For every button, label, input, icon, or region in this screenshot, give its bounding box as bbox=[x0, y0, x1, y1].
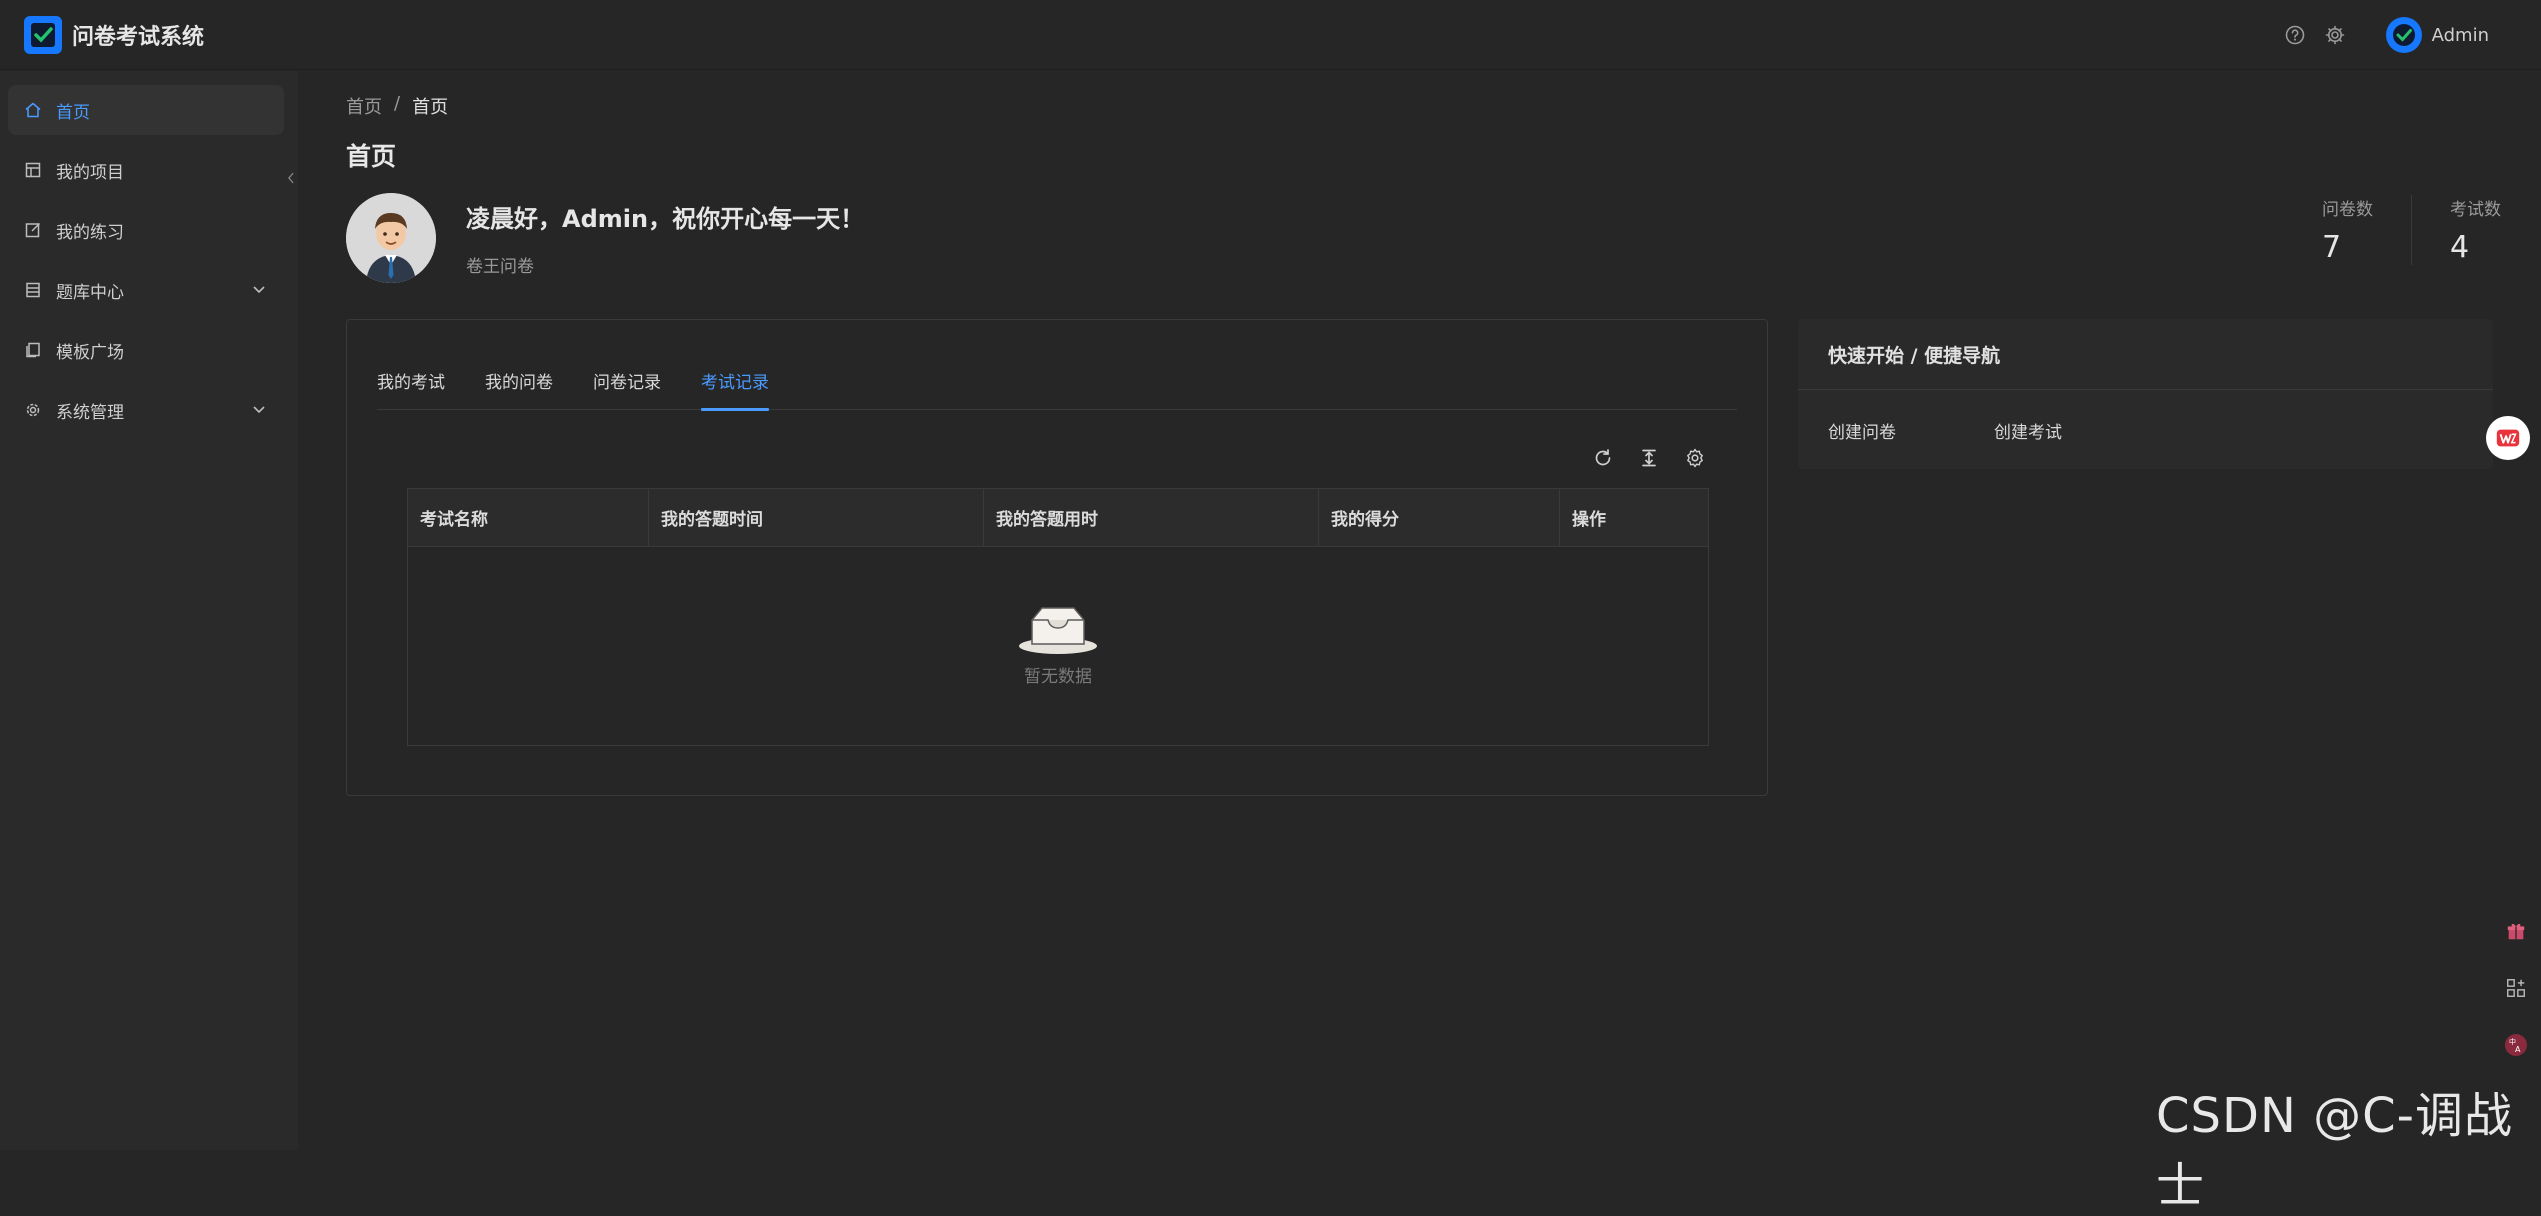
column-header[interactable]: 我的答题时间 bbox=[649, 489, 984, 546]
gear-icon[interactable] bbox=[1683, 446, 1707, 470]
gear-icon[interactable] bbox=[2324, 24, 2346, 46]
chevron-down-icon[interactable] bbox=[250, 400, 268, 418]
watermark-text: CSDN @C-调战士 bbox=[2156, 1088, 2513, 1214]
help-icon[interactable] bbox=[2284, 24, 2306, 46]
tab-bar: 我的考试 我的问卷 问卷记录 考试记录 bbox=[377, 360, 1737, 411]
column-height-icon[interactable] bbox=[1637, 446, 1661, 470]
empty-box-icon bbox=[1019, 606, 1097, 654]
breadcrumb: 首页 / 首页 bbox=[346, 93, 448, 119]
quick-nav-title: 快速开始 / 便捷导航 bbox=[1798, 319, 2493, 390]
sidebar-item-label: 首页 bbox=[56, 102, 90, 123]
tab-my-exams[interactable]: 我的考试 bbox=[377, 360, 445, 409]
column-header: 操作 bbox=[1572, 510, 1606, 530]
user-menu[interactable]: Admin bbox=[2385, 17, 2489, 53]
stat-label: 问卷数 bbox=[2322, 200, 2373, 220]
column-header[interactable]: 我的答题用时 bbox=[984, 489, 1319, 546]
sidebar-item-practice[interactable]: 我的练习 bbox=[8, 205, 284, 255]
svg-text:A: A bbox=[2515, 1045, 2521, 1054]
greeting-subtitle: 卷王问卷 bbox=[466, 257, 534, 277]
sidebar-item-projects[interactable]: 我的项目 bbox=[8, 145, 284, 195]
wps-float-icon[interactable] bbox=[2486, 416, 2530, 460]
greeting-text: 凌晨好，Admin，祝你开心每一天！ bbox=[466, 205, 865, 233]
app-title: 问卷考试系统 bbox=[72, 24, 205, 50]
gift-icon[interactable] bbox=[2504, 919, 2528, 943]
avatar bbox=[2385, 17, 2422, 53]
sidebar-item-label: 我的项目 bbox=[56, 162, 124, 183]
table-toolbar bbox=[1569, 446, 1707, 470]
empty-state: 暂无数据 bbox=[408, 543, 1708, 743]
breadcrumb-separator: / bbox=[394, 93, 401, 114]
sidebar-item-question-bank[interactable]: 题库中心 bbox=[8, 265, 284, 315]
username: Admin bbox=[2431, 24, 2489, 46]
sidebar-item-home[interactable]: 首页 bbox=[8, 85, 284, 135]
chevron-down-icon[interactable] bbox=[250, 280, 268, 298]
home-icon bbox=[24, 101, 42, 119]
quick-nav-links: 创建问卷 创建考试 bbox=[1798, 390, 2493, 443]
stat-value: 4 bbox=[2450, 230, 2470, 265]
copy-icon bbox=[24, 341, 42, 359]
app-logo[interactable]: 问卷考试系统 bbox=[24, 15, 205, 54]
book-icon bbox=[24, 281, 42, 299]
avatar bbox=[346, 193, 436, 283]
empty-text: 暂无数据 bbox=[1024, 666, 1092, 687]
quick-nav-card: 快速开始 / 便捷导航 创建问卷 创建考试 bbox=[1798, 319, 2493, 469]
main-content: 首页 / 首页 首页 凌晨好，Admin，祝你开心每一天！ 卷王问卷 问卷数 7… bbox=[298, 71, 2541, 1150]
gear-icon bbox=[24, 401, 42, 419]
breadcrumb-current: 首页 bbox=[412, 97, 449, 118]
sidebar-item-label: 我的练习 bbox=[56, 222, 124, 243]
table-header: 考试名称 我的答题时间 我的答题用时 我的得分 操作 bbox=[408, 489, 1708, 547]
translate-icon[interactable]: 中A bbox=[2504, 1033, 2528, 1057]
sidebar-item-label: 模板广场 bbox=[56, 342, 124, 363]
tab-exam-records[interactable]: 考试记录 bbox=[701, 360, 769, 411]
page-title: 首页 bbox=[346, 142, 397, 171]
refresh-icon[interactable] bbox=[1591, 446, 1615, 470]
project-icon bbox=[24, 161, 42, 179]
records-card: 我的考试 我的问卷 问卷记录 考试记录 考试名称 我的答题时间 我的答题用时 我… bbox=[346, 319, 1768, 796]
stat-surveys: 问卷数 7 bbox=[2322, 195, 2373, 265]
stat-label: 考试数 bbox=[2450, 200, 2501, 220]
tab-survey-records[interactable]: 问卷记录 bbox=[593, 360, 661, 409]
stat-value: 7 bbox=[2322, 230, 2342, 265]
apps-add-icon[interactable] bbox=[2504, 976, 2528, 1000]
sidebar: 首页 我的项目 我的练习 题库中心 模板广场 系统管理 bbox=[0, 71, 298, 1150]
sidebar-item-label: 题库中心 bbox=[56, 282, 124, 303]
tab-my-surveys[interactable]: 我的问卷 bbox=[485, 360, 553, 409]
sidebar-item-system[interactable]: 系统管理 bbox=[8, 385, 284, 435]
profile-section: 凌晨好，Admin，祝你开心每一天！ 卷王问卷 bbox=[346, 193, 864, 283]
column-header[interactable]: 我的得分 bbox=[1319, 489, 1560, 546]
create-exam-link[interactable]: 创建考试 bbox=[1994, 418, 2062, 443]
exam-records-table: 考试名称 我的答题时间 我的答题用时 我的得分 操作 暂无数据 bbox=[407, 488, 1709, 746]
sidebar-item-label: 系统管理 bbox=[56, 402, 124, 423]
checkbox-logo-icon bbox=[24, 15, 62, 54]
top-header: 问卷考试系统 Admin bbox=[0, 0, 2541, 70]
column-header[interactable]: 考试名称 bbox=[408, 489, 649, 546]
stats-panel: 问卷数 7 考试数 4 bbox=[2322, 195, 2501, 265]
collapse-sidebar-icon[interactable] bbox=[284, 168, 298, 188]
create-survey-link[interactable]: 创建问卷 bbox=[1828, 418, 1896, 443]
stat-exams: 考试数 4 bbox=[2411, 195, 2501, 265]
breadcrumb-home[interactable]: 首页 bbox=[346, 93, 382, 119]
edit-icon bbox=[24, 221, 42, 239]
sidebar-item-templates[interactable]: 模板广场 bbox=[8, 325, 284, 375]
